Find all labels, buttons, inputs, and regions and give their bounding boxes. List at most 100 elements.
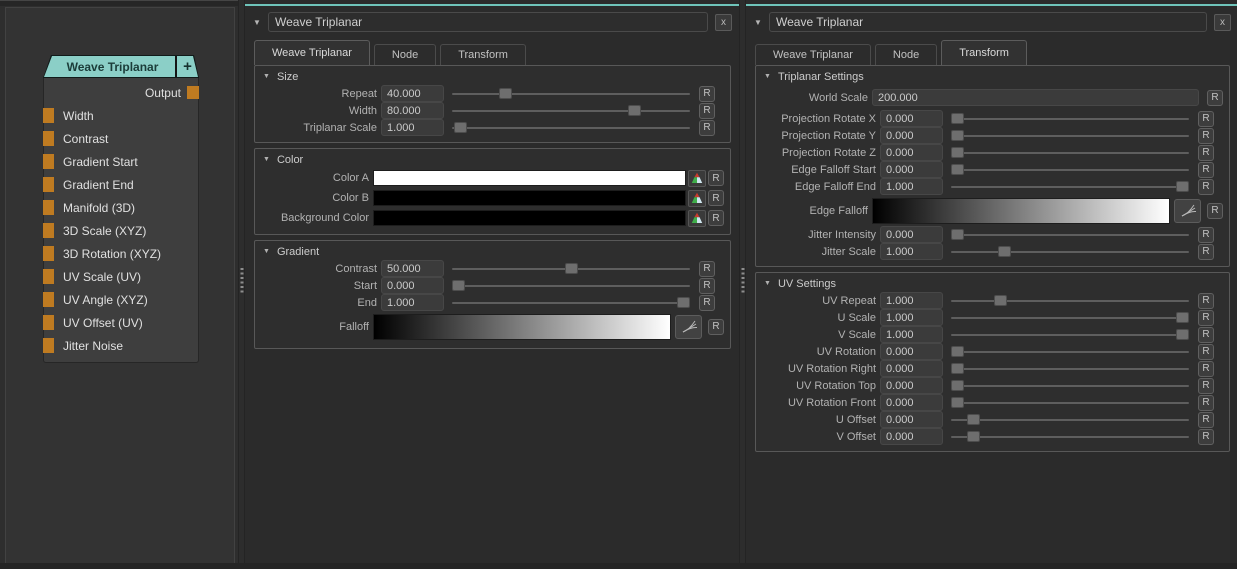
tab-transform[interactable]: Transform — [941, 40, 1027, 65]
slider-handle[interactable] — [1176, 181, 1189, 192]
slider[interactable] — [951, 309, 1189, 326]
reset-button[interactable]: R — [699, 120, 715, 136]
slider-handle[interactable] — [452, 280, 465, 291]
slider-handle[interactable] — [499, 88, 512, 99]
reset-button[interactable]: R — [1198, 378, 1214, 394]
slider[interactable] — [951, 360, 1189, 377]
value-field[interactable] — [880, 161, 943, 178]
slider[interactable] — [951, 377, 1189, 394]
tab-node[interactable]: Node — [374, 44, 436, 65]
slider-handle[interactable] — [951, 229, 964, 240]
slider[interactable] — [951, 110, 1189, 127]
value-field[interactable] — [880, 178, 943, 195]
slider-handle[interactable] — [951, 346, 964, 357]
value-field[interactable] — [880, 144, 943, 161]
reset-button[interactable]: R — [699, 86, 715, 102]
reset-button[interactable]: R — [1198, 412, 1214, 428]
reset-button[interactable]: R — [1198, 310, 1214, 326]
value-field[interactable] — [880, 428, 943, 445]
collapse-arrow-icon[interactable]: ▼ — [253, 18, 268, 27]
slider[interactable] — [951, 394, 1189, 411]
splitter-left[interactable] — [238, 0, 245, 569]
slider[interactable] — [452, 260, 690, 277]
slider[interactable] — [951, 161, 1189, 178]
value-field[interactable] — [880, 377, 943, 394]
reset-button[interactable]: R — [1207, 203, 1223, 219]
slider[interactable] — [452, 85, 690, 102]
input-port[interactable] — [43, 315, 54, 330]
section-header[interactable]: ▼Size — [261, 68, 724, 85]
input-port[interactable] — [43, 200, 54, 215]
value-field[interactable] — [880, 360, 943, 377]
slider-handle[interactable] — [565, 263, 578, 274]
section-header[interactable]: ▼UV Settings — [762, 275, 1223, 292]
reset-button[interactable]: R — [1198, 227, 1214, 243]
node-header[interactable]: Weave Triplanar + — [43, 55, 199, 78]
slider[interactable] — [951, 178, 1189, 195]
reset-button[interactable]: R — [1198, 244, 1214, 260]
value-field[interactable] — [880, 127, 943, 144]
reset-button[interactable]: R — [1198, 145, 1214, 161]
slider[interactable] — [951, 243, 1189, 260]
weave-triplanar-node[interactable]: Weave Triplanar + Output WidthContrastGr… — [43, 55, 199, 363]
input-port[interactable] — [43, 108, 54, 123]
reset-button[interactable]: R — [1198, 293, 1214, 309]
slider[interactable] — [452, 102, 690, 119]
slider[interactable] — [951, 292, 1189, 309]
input-port[interactable] — [43, 131, 54, 146]
slider-handle[interactable] — [454, 122, 467, 133]
section-header[interactable]: ▼Gradient — [261, 243, 724, 260]
input-port[interactable] — [43, 223, 54, 238]
slider-handle[interactable] — [628, 105, 641, 116]
node-graph-canvas[interactable]: Weave Triplanar + Output WidthContrastGr… — [5, 7, 235, 569]
reset-button[interactable]: R — [1198, 162, 1214, 178]
input-port[interactable] — [43, 269, 54, 284]
reset-button[interactable]: R — [1198, 344, 1214, 360]
gradient-ramp[interactable] — [373, 314, 671, 340]
slider-handle[interactable] — [994, 295, 1007, 306]
gradient-ramp[interactable] — [872, 198, 1170, 224]
splitter-right[interactable] — [739, 0, 746, 569]
value-field[interactable] — [872, 89, 1199, 106]
slider-handle[interactable] — [1176, 329, 1189, 340]
value-field[interactable] — [880, 292, 943, 309]
reset-button[interactable]: R — [1198, 429, 1214, 445]
color-swatch[interactable] — [373, 170, 686, 186]
input-port[interactable] — [43, 154, 54, 169]
reset-button[interactable]: R — [699, 295, 715, 311]
input-port[interactable] — [43, 338, 54, 353]
reset-button[interactable]: R — [708, 170, 724, 186]
slider-handle[interactable] — [951, 397, 964, 408]
close-icon[interactable]: x — [715, 14, 732, 31]
reset-button[interactable]: R — [1198, 361, 1214, 377]
reset-button[interactable]: R — [708, 190, 724, 206]
value-field[interactable] — [381, 260, 444, 277]
value-field[interactable] — [381, 102, 444, 119]
reset-button[interactable]: R — [1198, 111, 1214, 127]
slider-handle[interactable] — [998, 246, 1011, 257]
value-field[interactable] — [880, 226, 943, 243]
value-field[interactable] — [880, 309, 943, 326]
curve-edit-button[interactable] — [675, 315, 702, 339]
input-port[interactable] — [43, 246, 54, 261]
tab-transform[interactable]: Transform — [440, 44, 526, 65]
reset-button[interactable]: R — [699, 261, 715, 277]
input-port[interactable] — [43, 292, 54, 307]
slider[interactable] — [951, 428, 1189, 445]
output-port[interactable] — [187, 86, 199, 99]
slider-handle[interactable] — [951, 164, 964, 175]
value-field[interactable] — [880, 243, 943, 260]
curve-edit-button[interactable] — [1174, 199, 1201, 223]
color-picker-button[interactable] — [688, 190, 706, 207]
value-field[interactable] — [381, 294, 444, 311]
tab-node[interactable]: Node — [875, 44, 937, 65]
value-field[interactable] — [880, 326, 943, 343]
section-header[interactable]: ▼Triplanar Settings — [762, 68, 1223, 85]
value-field[interactable] — [381, 277, 444, 294]
reset-button[interactable]: R — [699, 278, 715, 294]
tab-weave-triplanar[interactable]: Weave Triplanar — [254, 40, 370, 65]
slider[interactable] — [951, 343, 1189, 360]
value-field[interactable] — [381, 119, 444, 136]
reset-button[interactable]: R — [699, 103, 715, 119]
slider[interactable] — [452, 277, 690, 294]
